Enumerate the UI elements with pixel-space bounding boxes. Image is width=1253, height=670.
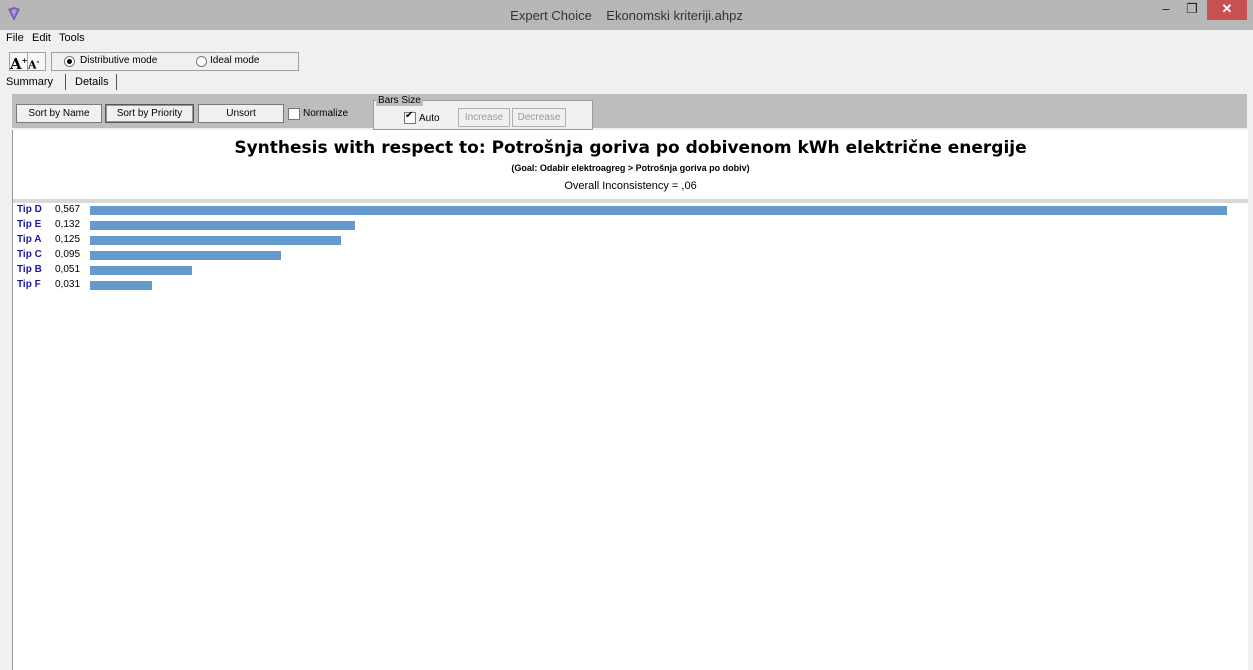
priority-bar	[90, 266, 192, 275]
header-divider	[13, 199, 1248, 203]
font-increase-button[interactable]: A+	[9, 52, 28, 72]
bar-value-label: 0,132	[55, 219, 81, 230]
priority-bar	[90, 251, 281, 260]
bar-category-label: Tip C	[17, 249, 42, 260]
bar-value-label: 0,125	[55, 234, 81, 245]
overall-inconsistency: Overall Inconsistency = ,06	[564, 180, 697, 192]
bars-size-label: Bars Size	[376, 95, 423, 106]
title-bar: Expert Choice Ekonomski kriteriji.ahpz –…	[0, 0, 1253, 30]
window-title: Expert Choice Ekonomski kriteriji.ahpz	[510, 8, 743, 23]
priority-bar	[90, 206, 1227, 215]
auto-checkbox[interactable]	[404, 110, 416, 124]
sort-by-name-button[interactable]: Sort by Name	[16, 104, 102, 123]
goal-subtitle: (Goal: Odabir elektroagreg > Potrošnja g…	[511, 163, 750, 173]
increase-button[interactable]: Increase	[458, 108, 510, 127]
tab-divider	[116, 74, 117, 90]
bar-category-label: Tip D	[17, 204, 42, 215]
bar-category-label: Tip A	[17, 234, 42, 245]
menu-bar: File Edit Tools	[0, 30, 1253, 47]
bar-value-label: 0,567	[55, 204, 81, 215]
distributive-mode-radio[interactable]	[64, 56, 75, 67]
synthesis-header: Synthesis with respect to: Potrošnja gor…	[13, 130, 1248, 198]
tab-details[interactable]: Details	[75, 76, 109, 88]
decrease-button[interactable]: Decrease	[512, 108, 566, 127]
font-decrease-button[interactable]: A-	[27, 52, 46, 72]
ideal-mode-radio[interactable]	[196, 56, 207, 67]
distributive-mode-label[interactable]: Distributive mode	[80, 55, 157, 66]
tab-divider	[65, 74, 66, 90]
normalize-label[interactable]: Normalize	[303, 108, 348, 119]
auto-label[interactable]: Auto	[419, 113, 440, 124]
bar-category-label: Tip B	[17, 264, 42, 275]
close-button[interactable]: ✕	[1207, 0, 1247, 20]
priority-bar	[90, 221, 355, 230]
normalize-checkbox[interactable]	[288, 108, 300, 120]
synthesis-title: Synthesis with respect to: Potrošnja gor…	[234, 138, 1027, 158]
bar-value-label: 0,095	[55, 249, 81, 260]
unsort-button[interactable]: Unsort	[198, 104, 284, 123]
bar-value-label: 0,051	[55, 264, 81, 275]
priority-bar	[90, 236, 341, 245]
priority-bar	[90, 281, 152, 290]
menu-tools[interactable]: Tools	[59, 32, 85, 44]
mode-selector: Distributive mode Ideal mode	[51, 52, 299, 71]
maximize-button[interactable]: ❐	[1179, 0, 1205, 20]
synthesis-panel: Synthesis with respect to: Potrošnja gor…	[12, 130, 1248, 670]
ideal-mode-label[interactable]: Ideal mode	[210, 55, 259, 66]
minimize-button[interactable]: –	[1153, 0, 1179, 20]
tab-summary[interactable]: Summary	[6, 76, 53, 88]
sort-by-priority-button[interactable]: Sort by Priority	[105, 104, 194, 123]
menu-edit[interactable]: Edit	[32, 32, 51, 44]
controls-toolbar: Sort by Name Sort by Priority Unsort Nor…	[12, 94, 1247, 130]
bar-category-label: Tip F	[17, 279, 41, 290]
menu-file[interactable]: File	[6, 32, 24, 44]
bar-value-label: 0,031	[55, 279, 81, 290]
bar-category-label: Tip E	[17, 219, 42, 230]
